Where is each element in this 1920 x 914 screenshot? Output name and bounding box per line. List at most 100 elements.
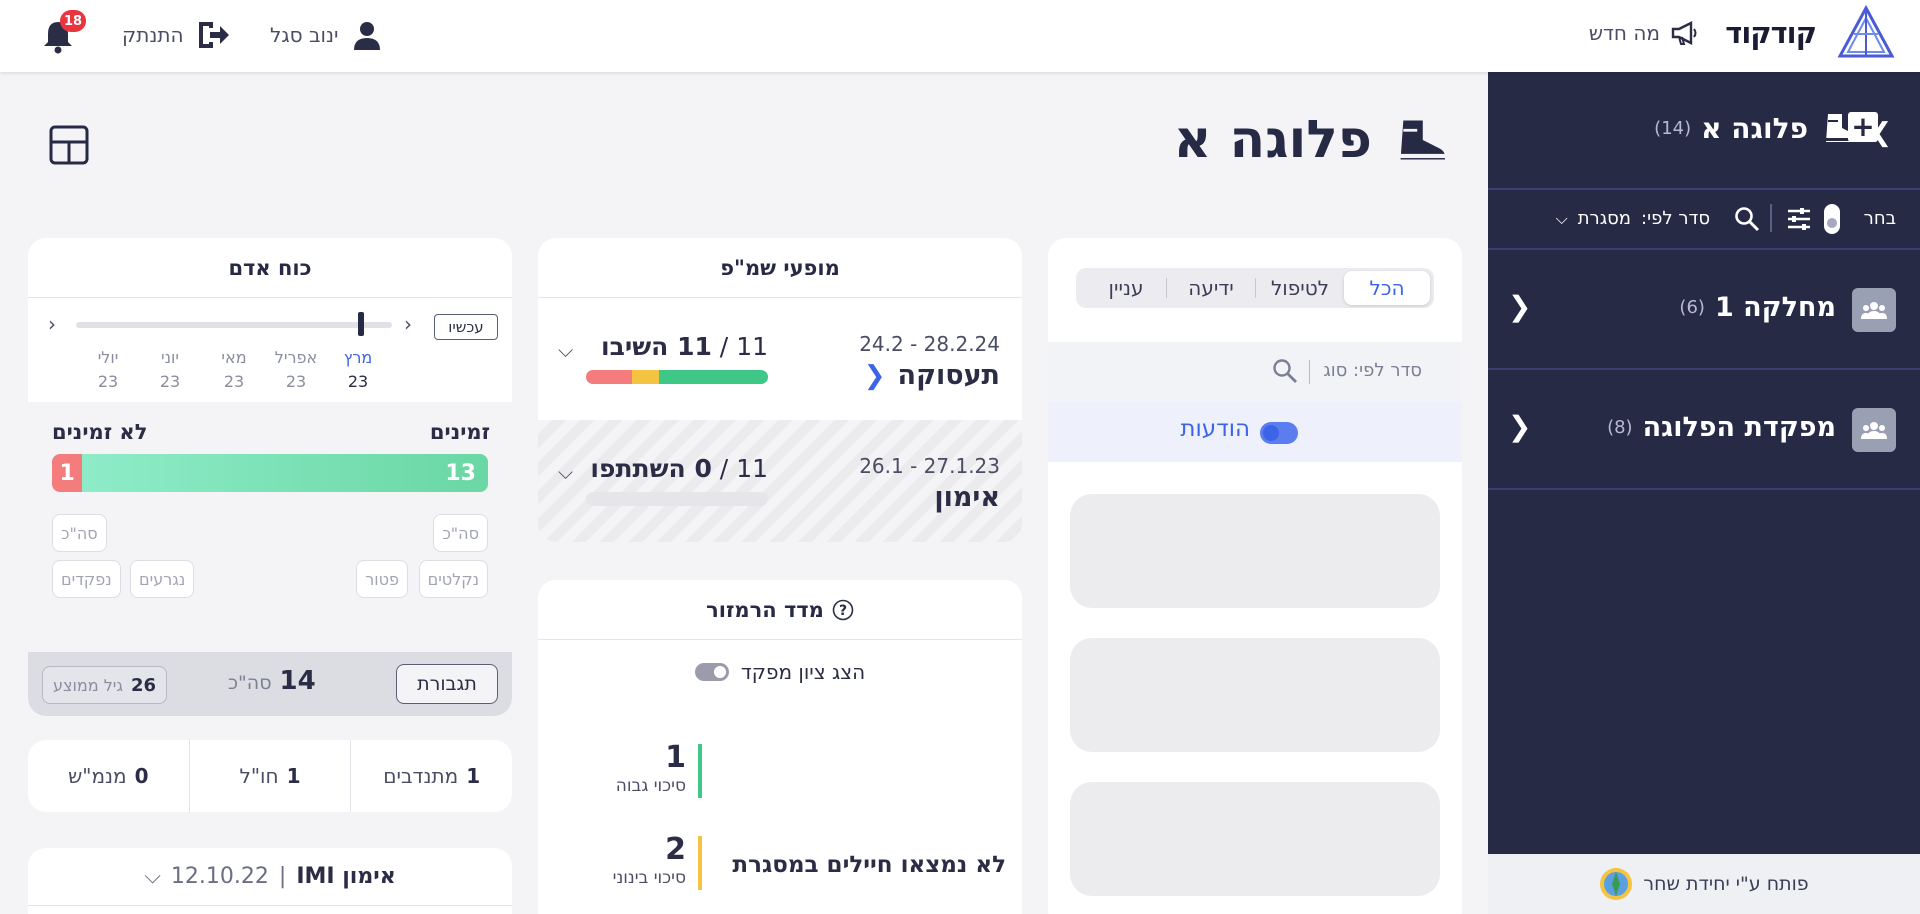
dropped-chip[interactable]: נגרעים xyxy=(130,560,195,598)
manpower-footer: תגבורת 14 סה"כ 26 גיל ממוצע xyxy=(28,652,512,716)
reinforcements-button[interactable]: תגבורת xyxy=(396,664,498,704)
tab-interest[interactable]: עניין xyxy=(1086,271,1166,305)
sort-label: סדר לפי: xyxy=(1641,208,1710,229)
add-button[interactable]: + xyxy=(1848,112,1878,142)
sidebar-item-count: (6) xyxy=(1679,297,1705,318)
search-icon[interactable] xyxy=(1734,206,1760,232)
progress-segment xyxy=(658,370,768,384)
tab-all[interactable]: הכל xyxy=(1344,271,1430,305)
sidebar-header: ❯ פלוגה א (14) + xyxy=(1488,72,1920,190)
search-icon[interactable] xyxy=(1272,358,1298,384)
chevron-left-icon[interactable]: ❮ xyxy=(1508,290,1531,323)
toolbar-divider xyxy=(1770,204,1772,232)
chevron-right-icon[interactable]: › xyxy=(404,312,412,336)
sidebar-item-label: מפקדת הפלוגה xyxy=(1642,412,1836,443)
tab-info[interactable]: ידיעה xyxy=(1167,271,1255,305)
availability-section: זמינים לא זמינים 13 1 סה"כ סה"כ נקלטים פ… xyxy=(28,402,512,652)
sidebar-title-label: פלוגה א xyxy=(1701,112,1808,145)
event-stats: 11 / 0 השתתפו xyxy=(590,454,768,483)
event-dates: 28.2.24 - 24.2 xyxy=(859,332,1000,356)
event-row[interactable]: 27.1.23 - 26.1 אימון 11 / 0 השתתפו ⌵ xyxy=(538,420,1022,542)
available-count: 13 xyxy=(82,454,488,492)
event-name: תעסוקה xyxy=(897,360,1000,391)
month-july[interactable]: יולי 23 xyxy=(78,346,138,394)
total-count: 14 סה"כ xyxy=(228,666,316,696)
sidebar-item-platoon-1[interactable]: מחלקה 1 (6) ❮ xyxy=(1488,250,1920,370)
chevron-left-icon[interactable]: › xyxy=(48,312,56,336)
logout-button[interactable]: התנתק xyxy=(122,18,230,52)
show-commander-score-toggle[interactable] xyxy=(694,663,729,681)
available-total-chip[interactable]: סה"כ xyxy=(433,514,488,552)
abroad-stat[interactable]: 1 חו"ל xyxy=(188,740,351,812)
month-april[interactable]: אפריל 23 xyxy=(266,346,326,394)
user-name: ינוב סגל xyxy=(270,23,339,47)
sort-dropdown[interactable]: סדר לפי: מסגרת ⌵ xyxy=(1556,208,1710,229)
chevron-left-icon[interactable]: ❮ xyxy=(864,361,886,391)
manpower-card: כוח אדם עכשיו › › מרץ 23 אפריל 23 מאי 23 יו… xyxy=(28,238,512,716)
chevron-down-icon[interactable]: ⌵ xyxy=(558,460,573,484)
select-label: בחר xyxy=(1863,208,1896,229)
sidebar-item-company-hq[interactable]: מפקדת הפלוגה (8) ❮ xyxy=(1488,370,1920,490)
progress-segment xyxy=(586,370,632,384)
unavailable-count: 1 xyxy=(52,454,83,492)
alerts-tabs: הכל לטיפול ידיעה עניין xyxy=(1076,268,1434,308)
training-card: אימון IMI | 12.10.22 ⌵ xyxy=(28,848,512,914)
help-icon[interactable]: ? xyxy=(832,599,854,621)
sidebar-item-label: מחלקה 1 xyxy=(1714,292,1836,323)
notifications-toggle[interactable] xyxy=(1260,422,1298,444)
month-march[interactable]: מרץ 23 xyxy=(328,346,388,394)
loading-placeholder xyxy=(1070,494,1440,608)
sidebar-toolbar: בחר סדר לפי: מסגרת ⌵ xyxy=(1488,190,1920,250)
kodkod-logo-icon[interactable] xyxy=(1836,4,1896,64)
layout-panel-icon[interactable] xyxy=(48,124,90,166)
group-icon xyxy=(1852,408,1896,452)
available-heading: זמינים xyxy=(429,420,490,444)
top-bar: קודקוד מה חדש ינוב סגל התנתק 18 xyxy=(0,0,1920,72)
tab-to-handle[interactable]: לטיפול xyxy=(1256,271,1344,305)
sort-value: מסגרת xyxy=(1577,208,1632,229)
availability-bar[interactable]: 13 1 xyxy=(52,454,488,492)
risk-indicator xyxy=(698,836,702,890)
timeline-track[interactable] xyxy=(76,322,392,328)
now-button[interactable]: עכשיו xyxy=(434,314,498,340)
developer-credit: פותח ע"י יחידת שחר xyxy=(1643,873,1809,895)
notifications-filter: הודעות xyxy=(1048,402,1462,462)
svg-text:?: ? xyxy=(839,603,847,619)
whats-new-link[interactable]: מה חדש xyxy=(1589,20,1700,46)
month-june[interactable]: יוני 23 xyxy=(140,346,200,394)
user-profile[interactable]: ינוב סגל xyxy=(270,20,382,50)
chevron-down-icon[interactable]: ⌵ xyxy=(558,338,573,362)
filter-sliders-icon[interactable] xyxy=(1786,206,1812,232)
alerts-sort-bar[interactable]: סדר לפי: סוג xyxy=(1048,342,1462,402)
exempt-chip[interactable]: פטור xyxy=(356,560,408,598)
page-title-label: פלוגה א xyxy=(1173,110,1372,170)
page-title: פלוגה א xyxy=(1174,110,1448,170)
risk-medium: 2 סיכוי בינוני xyxy=(598,832,702,890)
training-date-divider: | xyxy=(278,864,287,889)
timeline-thumb[interactable] xyxy=(358,312,364,336)
chevron-left-icon[interactable]: ❮ xyxy=(1508,410,1531,443)
chevron-down-icon[interactable]: ⌵ xyxy=(144,864,161,889)
chevron-down-icon: ⌵ xyxy=(1555,208,1568,228)
discharged-chip[interactable]: נפקדים xyxy=(52,560,121,598)
loading-placeholder xyxy=(1070,782,1440,896)
average-age-chip: 26 גיל ממוצע xyxy=(42,666,168,704)
megaphone-icon xyxy=(1671,21,1697,45)
month-may[interactable]: מאי 23 xyxy=(204,346,264,394)
absorbed-chip[interactable]: נקלטים xyxy=(418,560,488,598)
volunteers-stat[interactable]: 1 מתנדבים xyxy=(350,740,512,812)
sort-divider xyxy=(1309,360,1310,384)
logout-label: התנתק xyxy=(122,23,184,47)
event-row[interactable]: 28.2.24 - 24.2 תעסוקה ❮ 11 / 11 השיבו ⌵ xyxy=(538,298,1022,420)
month-timeline: עכשיו › › מרץ 23 אפריל 23 מאי 23 יוני 23 יול… xyxy=(28,298,512,400)
unavailable-total-chip[interactable]: סה"כ xyxy=(52,514,107,552)
select-toggle[interactable] xyxy=(1824,204,1840,234)
sidebar-title[interactable]: פלוגה א (14) xyxy=(1654,112,1808,145)
retention-card: מדד הרמזור ? הצג ציון מפקד 1 סיכוי גבוה … xyxy=(538,580,1022,914)
boot-icon xyxy=(1400,120,1448,160)
training-header[interactable]: אימון IMI | 12.10.22 ⌵ xyxy=(28,848,512,906)
sidebar-footer: פותח ע"י יחידת שחר xyxy=(1488,854,1920,914)
risk-high: 1 סיכוי גבוה xyxy=(598,740,702,798)
manash-stat[interactable]: 0 מנמ"ש xyxy=(28,740,189,812)
response-progress-bar xyxy=(586,370,768,384)
